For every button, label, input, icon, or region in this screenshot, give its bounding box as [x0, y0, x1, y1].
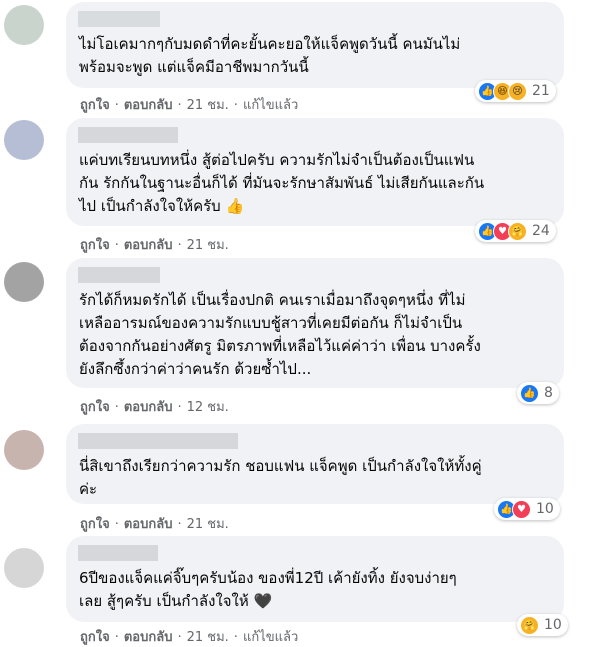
author-name[interactable] [78, 11, 160, 27]
reaction-count: 24 [532, 223, 550, 239]
like-link[interactable]: ถูกใจ [80, 400, 110, 415]
comment-bubble: 6ปีของแจ็คแค่จิ๊บๆครับน้อง ของพี่12ปี เค… [66, 536, 564, 622]
comment-text: นี่สิเขาถึงเรียกว่าความรัก ชอบแฟน แจ็คพู… [79, 457, 482, 498]
reply-link[interactable]: ตอบกลับ [124, 517, 173, 532]
reaction-count: 10 [536, 501, 554, 517]
reaction-summary[interactable]: 👍 ♥ 10 [494, 498, 560, 520]
comment-actions: ถูกใจ · ตอบกลับ · 21 ชม. · แก้ไขแล้ว [80, 98, 299, 113]
comment-text: 6ปีของแจ็คแค่จิ๊บๆครับน้อง ของพี่12ปี เค… [79, 569, 457, 610]
avatar[interactable] [4, 548, 44, 588]
reaction-count: 21 [532, 83, 550, 99]
author-name[interactable] [78, 433, 238, 449]
comment-bubble: แค่บทเรียนบทหนึ่ง สู้ต่อไปครับ ความรักไม… [66, 118, 564, 226]
author-name[interactable] [78, 267, 160, 283]
reaction-summary[interactable]: 👍 8 [517, 382, 559, 404]
like-icon: 👍 [520, 383, 539, 403]
reply-link[interactable]: ตอบกลับ [124, 98, 173, 113]
like-link[interactable]: ถูกใจ [80, 517, 110, 532]
comment-text: ไม่โอเคมากๆกับมดดำที่คะยั้นคะยอให้แจ็คพู… [79, 35, 461, 76]
author-name[interactable] [78, 127, 178, 143]
avatar[interactable] [4, 430, 44, 470]
reply-link[interactable]: ตอบกลับ [124, 238, 173, 253]
comment-text: รักได้ก็หมดรักได้ เป็นเรื่องปกติ คนเราเม… [79, 291, 481, 378]
comment-actions: ถูกใจ · ตอบกลับ · 12 ชม. [80, 400, 229, 415]
author-name[interactable] [78, 545, 158, 561]
sad-icon: 😢 [508, 81, 527, 101]
love-icon: ♥ [512, 499, 531, 519]
reaction-count: 10 [544, 617, 562, 633]
reaction-summary[interactable]: 👍 😆 😢 21 [475, 80, 556, 102]
care-icon: 🤗 [508, 221, 527, 241]
avatar[interactable] [4, 5, 44, 45]
reaction-summary[interactable]: 👍 ♥ 🤗 24 [475, 220, 556, 242]
comment-actions: ถูกใจ · ตอบกลับ · 21 ชม. [80, 238, 229, 253]
reply-link[interactable]: ตอบกลับ [124, 400, 173, 415]
like-link[interactable]: ถูกใจ [80, 238, 110, 253]
comment-text: แค่บทเรียนบทหนึ่ง สู้ต่อไปครับ ความรักไม… [79, 151, 485, 215]
like-link[interactable]: ถูกใจ [80, 98, 110, 113]
reaction-count: 8 [544, 385, 553, 401]
avatar[interactable] [4, 262, 44, 302]
timestamp[interactable]: 21 ชม. [187, 98, 229, 113]
comment-actions: ถูกใจ · ตอบกลับ · 21 ชม. · แก้ไขแล้ว [80, 630, 299, 645]
comment-bubble: รักได้ก็หมดรักได้ เป็นเรื่องปกติ คนเราเม… [66, 258, 564, 388]
timestamp[interactable]: 12 ชม. [187, 400, 229, 415]
timestamp[interactable]: 21 ชม. [187, 238, 229, 253]
avatar[interactable] [4, 120, 44, 160]
comment-bubble: นี่สิเขาถึงเรียกว่าความรัก ชอบแฟน แจ็คพู… [66, 424, 564, 504]
timestamp[interactable]: 21 ชม. [187, 517, 229, 532]
comment-actions: ถูกใจ · ตอบกลับ · 21 ชม. [80, 517, 229, 532]
care-icon: 🤗 [520, 615, 539, 635]
edited-label[interactable]: แก้ไขแล้ว [243, 98, 298, 113]
comment-bubble: ไม่โอเคมากๆกับมดดำที่คะยั้นคะยอให้แจ็คพู… [66, 2, 564, 88]
reaction-summary[interactable]: 🤗 10 [517, 614, 568, 636]
